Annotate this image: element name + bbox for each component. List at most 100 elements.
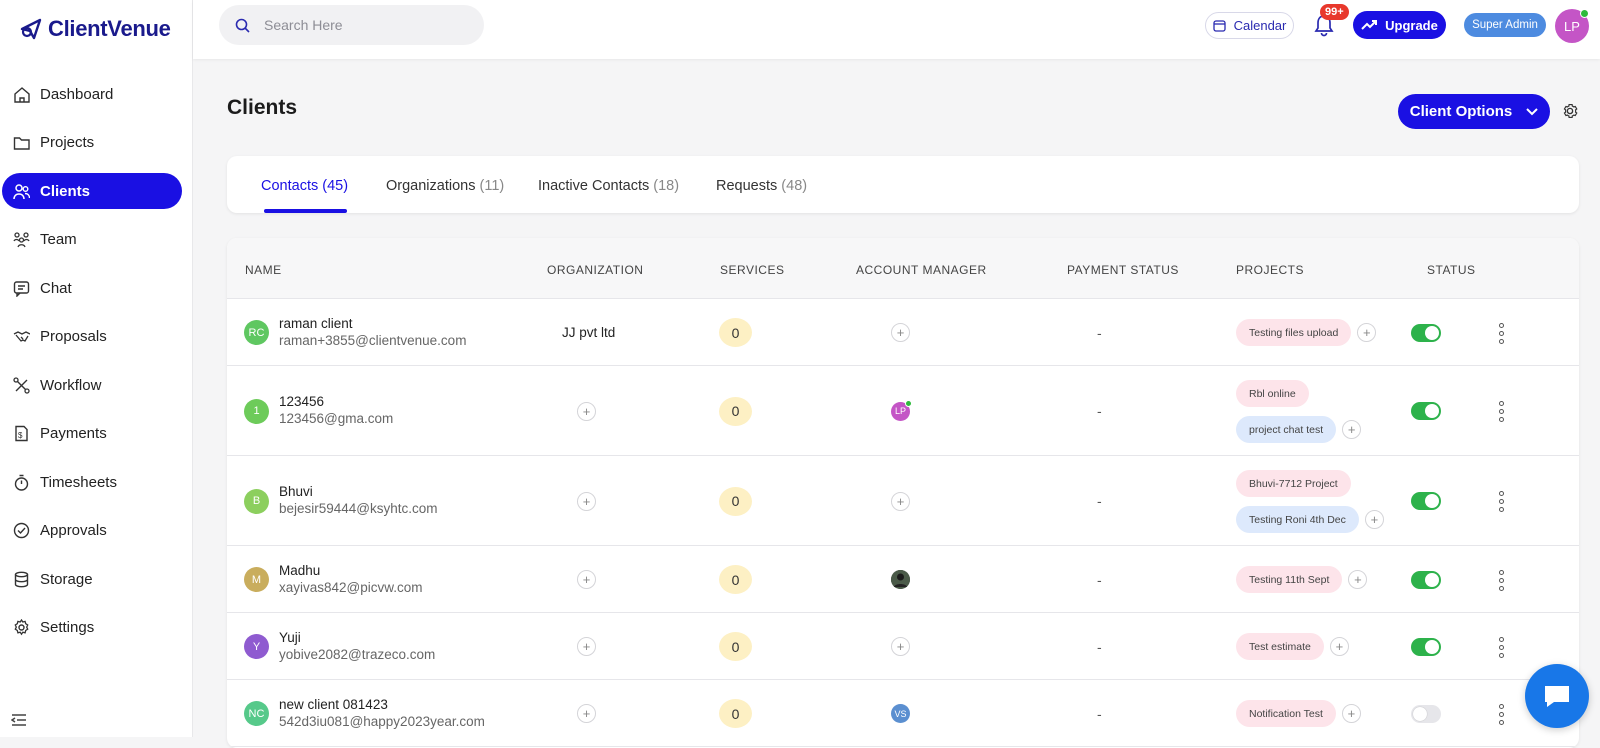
row-actions-kebab-icon[interactable] xyxy=(1499,703,1504,725)
project-tag[interactable]: Testing files upload xyxy=(1236,319,1352,346)
services-count[interactable]: 0 xyxy=(719,699,752,728)
trend-up-icon xyxy=(1361,20,1378,30)
services-count[interactable]: 0 xyxy=(719,632,752,661)
account-manager-avatar[interactable]: VS xyxy=(891,704,910,723)
status-toggle[interactable] xyxy=(1411,704,1441,723)
status-toggle[interactable] xyxy=(1411,323,1441,342)
project-tag[interactable]: Bhuvi-7712 Project xyxy=(1236,470,1351,497)
client-name[interactable]: Madhu xyxy=(279,563,423,578)
app-logo[interactable]: ClientVenue xyxy=(18,16,171,42)
role-badge[interactable]: Super Admin xyxy=(1464,13,1546,37)
services-count[interactable]: 0 xyxy=(719,486,752,516)
sidebar-item-projects[interactable]: Projects xyxy=(2,125,182,161)
column-header-payment-status[interactable]: PAYMENT STATUS xyxy=(1067,263,1179,277)
column-header-status[interactable]: STATUS xyxy=(1427,263,1476,277)
project-tag[interactable]: Testing 11th Sept xyxy=(1236,566,1343,593)
tab-count: (18) xyxy=(653,178,680,194)
table-row[interactable]: Y Yuji yobive2082@trazeco.com +0 + - Test esti… xyxy=(227,613,1579,680)
sidebar-item-proposals[interactable]: Proposals xyxy=(2,319,182,355)
search-box[interactable] xyxy=(219,5,484,45)
user-avatar[interactable]: LP xyxy=(1555,9,1589,43)
table-row[interactable]: M Madhu xayivas842@picvw.com +0 - Testing 11t… xyxy=(227,546,1579,613)
account-manager-avatar[interactable]: LP xyxy=(891,399,912,421)
manager-initials: LP xyxy=(894,406,906,416)
assign-manager-button[interactable]: + xyxy=(891,637,910,656)
column-header-account-manager[interactable]: ACCOUNT MANAGER xyxy=(856,263,987,277)
client-name[interactable]: Yuji xyxy=(279,630,435,645)
sidebar-item-chat[interactable]: Chat xyxy=(2,270,182,306)
add-project-button[interactable]: + xyxy=(1341,704,1361,723)
row-actions-kebab-icon[interactable] xyxy=(1499,401,1504,422)
table-row[interactable]: 1 123456 123456@gma.com +0 LP - Rbl online proj… xyxy=(227,366,1579,456)
row-actions-kebab-icon[interactable] xyxy=(1499,491,1504,512)
collapse-sidebar-icon[interactable] xyxy=(11,713,27,727)
upgrade-button[interactable]: Upgrade xyxy=(1353,11,1446,39)
project-tags: Testing files upload + xyxy=(1236,319,1377,346)
add-project-button[interactable]: + xyxy=(1364,510,1384,529)
contact-tabs: Contacts (45) Organizations (11) Inactiv… xyxy=(227,156,1579,213)
organization-name[interactable]: JJ pvt ltd xyxy=(562,325,615,340)
client-name[interactable]: new client 081423 xyxy=(279,697,485,712)
project-tag[interactable]: Testing Roni 4th Dec xyxy=(1236,506,1359,533)
column-header-services[interactable]: SERVICES xyxy=(720,263,784,277)
add-project-button[interactable]: + xyxy=(1342,420,1362,439)
tab-requests[interactable]: Requests (48) xyxy=(716,178,807,194)
add-organization-button[interactable]: + xyxy=(577,491,596,511)
sidebar-item-workflow[interactable]: Workflow xyxy=(2,367,182,403)
status-toggle[interactable] xyxy=(1411,637,1441,656)
column-header-name[interactable]: NAME xyxy=(245,263,282,277)
assign-manager-button[interactable]: + xyxy=(891,491,910,511)
add-project-button[interactable]: + xyxy=(1357,323,1377,342)
table-row[interactable]: RC raman client raman+3855@clientvenue.com… xyxy=(227,299,1579,366)
client-info: 123456 123456@gma.com xyxy=(279,394,393,426)
support-chat-button[interactable] xyxy=(1525,664,1589,728)
table-row[interactable]: B Bhuvi bejesir59444@ksyhtc.com +0 + - Bhuvi-7… xyxy=(227,456,1579,546)
search-input[interactable] xyxy=(264,17,454,33)
sidebar-item-clients[interactable]: Clients xyxy=(2,173,182,209)
client-name[interactable]: raman client xyxy=(279,316,466,331)
project-tag[interactable]: Notification Test xyxy=(1236,700,1336,727)
services-count[interactable]: 0 xyxy=(719,396,752,426)
row-actions-kebab-icon[interactable] xyxy=(1499,322,1504,344)
row-actions-kebab-icon[interactable] xyxy=(1499,636,1504,658)
sidebar-item-team[interactable]: Team xyxy=(2,222,182,258)
project-tag[interactable]: Test estimate xyxy=(1236,633,1324,660)
status-toggle[interactable] xyxy=(1411,492,1441,510)
tab-contacts[interactable]: Contacts (45) xyxy=(261,178,348,194)
status-toggle[interactable] xyxy=(1411,402,1441,420)
sidebar-item-dashboard[interactable]: Dashboard xyxy=(2,76,182,112)
tab-inactive-contacts[interactable]: Inactive Contacts (18) xyxy=(538,178,679,194)
project-tags: Notification Test + xyxy=(1236,700,1361,727)
sidebar-item-timesheets[interactable]: Timesheets xyxy=(2,464,182,500)
tab-count: (45) xyxy=(322,178,349,194)
sidebar-item-approvals[interactable]: Approvals xyxy=(2,513,182,549)
assign-manager-button[interactable]: + xyxy=(891,323,910,342)
client-options-button[interactable]: Client Options xyxy=(1398,94,1550,129)
client-name[interactable]: Bhuvi xyxy=(279,484,438,499)
add-organization-button[interactable]: + xyxy=(577,401,596,421)
client-name[interactable]: 123456 xyxy=(279,394,393,409)
calendar-button[interactable]: Calendar xyxy=(1205,12,1294,39)
row-actions-kebab-icon[interactable] xyxy=(1499,569,1504,591)
table-settings-gear-icon[interactable] xyxy=(1561,102,1579,120)
services-count[interactable]: 0 xyxy=(719,565,752,594)
sidebar-item-storage[interactable]: Storage xyxy=(2,561,182,597)
tab-organizations[interactable]: Organizations (11) xyxy=(386,178,504,194)
add-project-button[interactable]: + xyxy=(1329,637,1349,656)
add-organization-button[interactable]: + xyxy=(577,570,596,589)
add-organization-button[interactable]: + xyxy=(577,637,596,656)
project-tag[interactable]: project chat test xyxy=(1236,416,1337,443)
column-header-organization[interactable]: ORGANIZATION xyxy=(547,263,643,277)
sidebar-item-payments[interactable]: $ Payments xyxy=(2,416,182,452)
active-tab-indicator xyxy=(264,209,347,213)
project-tag[interactable]: Rbl online xyxy=(1236,380,1309,407)
account-manager-avatar[interactable] xyxy=(891,570,910,589)
status-toggle[interactable] xyxy=(1411,570,1441,589)
add-project-button[interactable]: + xyxy=(1348,570,1368,589)
sidebar-item-settings[interactable]: Settings xyxy=(2,610,182,646)
column-header-projects[interactable]: PROJECTS xyxy=(1236,263,1304,277)
add-organization-button[interactable]: + xyxy=(577,704,596,723)
services-count[interactable]: 0 xyxy=(719,318,752,347)
notification-badge: 99+ xyxy=(1320,4,1349,20)
client-email: yobive2082@trazeco.com xyxy=(279,646,436,662)
